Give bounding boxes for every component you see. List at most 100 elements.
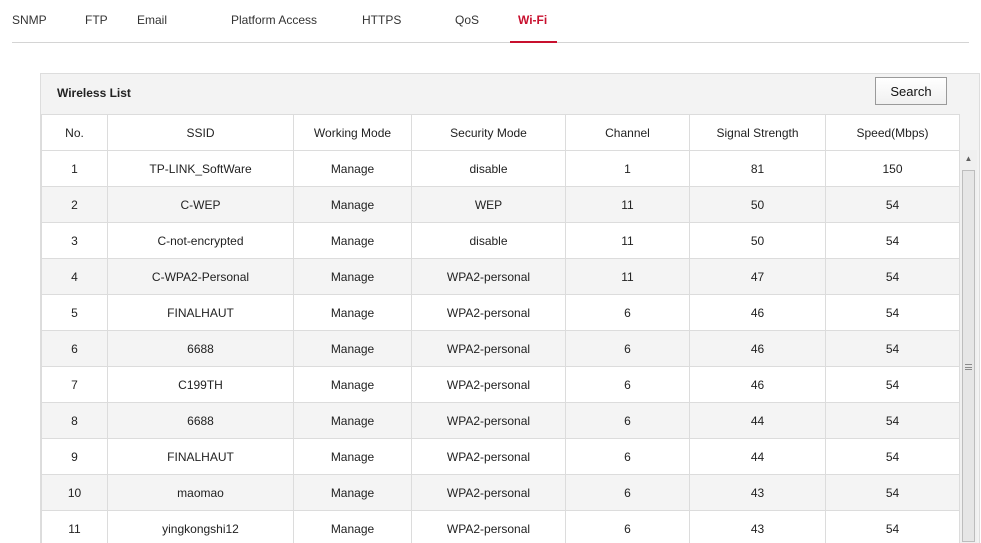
cell-signal-strength: 50 — [689, 222, 826, 259]
search-button[interactable]: Search — [875, 77, 947, 105]
wifi-settings-page: SNMP FTP Email Platform Access HTTPS QoS… — [0, 0, 981, 543]
cell-security-mode: WPA2-personal — [411, 402, 566, 439]
cell-working-mode: Manage — [293, 474, 412, 511]
cell-working-mode: Manage — [293, 402, 412, 439]
cell-signal-strength: 46 — [689, 330, 826, 367]
cell-security-mode: disable — [411, 150, 566, 187]
cell-speed: 150 — [825, 150, 960, 187]
table-row[interactable]: 3 C-not-encrypted Manage disable 11 50 5… — [41, 222, 960, 259]
wireless-list-table: No. SSID Working Mode Security Mode Chan… — [41, 114, 960, 543]
cell-signal-strength: 46 — [689, 366, 826, 403]
table-row[interactable]: 4 C-WPA2-Personal Manage WPA2-personal 1… — [41, 258, 960, 295]
cell-speed: 54 — [825, 474, 960, 511]
scrollbar-thumb[interactable] — [962, 170, 975, 542]
cell-signal-strength: 44 — [689, 402, 826, 439]
cell-ssid: 6688 — [107, 330, 294, 367]
cell-ssid: C-WEP — [107, 186, 294, 223]
cell-channel: 6 — [565, 438, 690, 475]
cell-signal-strength: 46 — [689, 294, 826, 331]
column-header-signal-strength: Signal Strength — [689, 114, 826, 151]
table-row[interactable]: 2 C-WEP Manage WEP 11 50 54 — [41, 186, 960, 223]
table-header-row: No. SSID Working Mode Security Mode Chan… — [41, 114, 960, 151]
table-row[interactable]: 8 6688 Manage WPA2-personal 6 44 54 — [41, 402, 960, 439]
wireless-list-title: Wireless List — [57, 86, 131, 100]
cell-no: 10 — [41, 474, 108, 511]
cell-channel: 6 — [565, 330, 690, 367]
table-row[interactable]: 10 maomao Manage WPA2-personal 6 43 54 — [41, 474, 960, 511]
cell-signal-strength: 81 — [689, 150, 826, 187]
tab-email[interactable]: Email — [137, 0, 167, 42]
cell-ssid: FINALHAUT — [107, 294, 294, 331]
cell-security-mode: disable — [411, 222, 566, 259]
cell-security-mode: WPA2-personal — [411, 330, 566, 367]
cell-working-mode: Manage — [293, 366, 412, 403]
cell-working-mode: Manage — [293, 258, 412, 295]
table-row[interactable]: 5 FINALHAUT Manage WPA2-personal 6 46 54 — [41, 294, 960, 331]
cell-working-mode: Manage — [293, 510, 412, 543]
cell-signal-strength: 50 — [689, 186, 826, 223]
column-header-channel: Channel — [565, 114, 690, 151]
table-row[interactable]: 6 6688 Manage WPA2-personal 6 46 54 — [41, 330, 960, 367]
cell-signal-strength: 47 — [689, 258, 826, 295]
cell-channel: 11 — [565, 222, 690, 259]
cell-ssid: 6688 — [107, 402, 294, 439]
cell-ssid: FINALHAUT — [107, 438, 294, 475]
cell-security-mode: WPA2-personal — [411, 510, 566, 543]
cell-no: 5 — [41, 294, 108, 331]
table-row[interactable]: 9 FINALHAUT Manage WPA2-personal 6 44 54 — [41, 438, 960, 475]
column-header-speed: Speed(Mbps) — [825, 114, 960, 151]
cell-channel: 11 — [565, 258, 690, 295]
cell-security-mode: WPA2-personal — [411, 258, 566, 295]
column-header-ssid: SSID — [107, 114, 294, 151]
cell-working-mode: Manage — [293, 438, 412, 475]
tab-snmp[interactable]: SNMP — [12, 0, 47, 42]
table-scrollbar[interactable]: ▲ — [959, 150, 977, 543]
tab-wifi[interactable]: Wi-Fi — [509, 0, 558, 43]
triangle-up-icon[interactable]: ▲ — [960, 150, 977, 167]
tab-https[interactable]: HTTPS — [362, 0, 401, 42]
cell-speed: 54 — [825, 366, 960, 403]
cell-working-mode: Manage — [293, 150, 412, 187]
cell-security-mode: WEP — [411, 186, 566, 223]
cell-no: 3 — [41, 222, 108, 259]
cell-ssid: C-not-encrypted — [107, 222, 294, 259]
table-row[interactable]: 7 C199TH Manage WPA2-personal 6 46 54 — [41, 366, 960, 403]
tab-qos[interactable]: QoS — [455, 0, 479, 42]
cell-ssid: maomao — [107, 474, 294, 511]
cell-speed: 54 — [825, 330, 960, 367]
scroll-grip-icon — [965, 364, 972, 370]
cell-no: 1 — [41, 150, 108, 187]
tab-platform-access[interactable]: Platform Access — [231, 0, 317, 42]
cell-no: 6 — [41, 330, 108, 367]
cell-no: 4 — [41, 258, 108, 295]
column-header-working-mode: Working Mode — [293, 114, 412, 151]
cell-ssid: yingkongshi12 — [107, 510, 294, 543]
cell-working-mode: Manage — [293, 294, 412, 331]
cell-speed: 54 — [825, 510, 960, 543]
tab-ftp[interactable]: FTP — [85, 0, 108, 42]
cell-no: 2 — [41, 186, 108, 223]
cell-signal-strength: 43 — [689, 474, 826, 511]
cell-channel: 6 — [565, 510, 690, 543]
cell-signal-strength: 43 — [689, 510, 826, 543]
cell-security-mode: WPA2-personal — [411, 294, 566, 331]
column-header-no: No. — [41, 114, 108, 151]
cell-speed: 54 — [825, 258, 960, 295]
cell-ssid: C-WPA2-Personal — [107, 258, 294, 295]
cell-security-mode: WPA2-personal — [411, 474, 566, 511]
cell-channel: 6 — [565, 402, 690, 439]
cell-no: 11 — [41, 510, 108, 543]
cell-speed: 54 — [825, 402, 960, 439]
cell-working-mode: Manage — [293, 330, 412, 367]
cell-channel: 6 — [565, 474, 690, 511]
cell-working-mode: Manage — [293, 222, 412, 259]
settings-tab-bar: SNMP FTP Email Platform Access HTTPS QoS… — [12, 0, 969, 43]
cell-channel: 1 — [565, 150, 690, 187]
table-row[interactable]: 11 yingkongshi12 Manage WPA2-personal 6 … — [41, 510, 960, 543]
cell-speed: 54 — [825, 438, 960, 475]
cell-security-mode: WPA2-personal — [411, 438, 566, 475]
cell-ssid: C199TH — [107, 366, 294, 403]
wireless-list-panel: Wireless List Search No. SSID Working Mo… — [40, 73, 980, 543]
table-row[interactable]: 1 TP-LINK_SoftWare Manage disable 1 81 1… — [41, 150, 960, 187]
cell-speed: 54 — [825, 294, 960, 331]
